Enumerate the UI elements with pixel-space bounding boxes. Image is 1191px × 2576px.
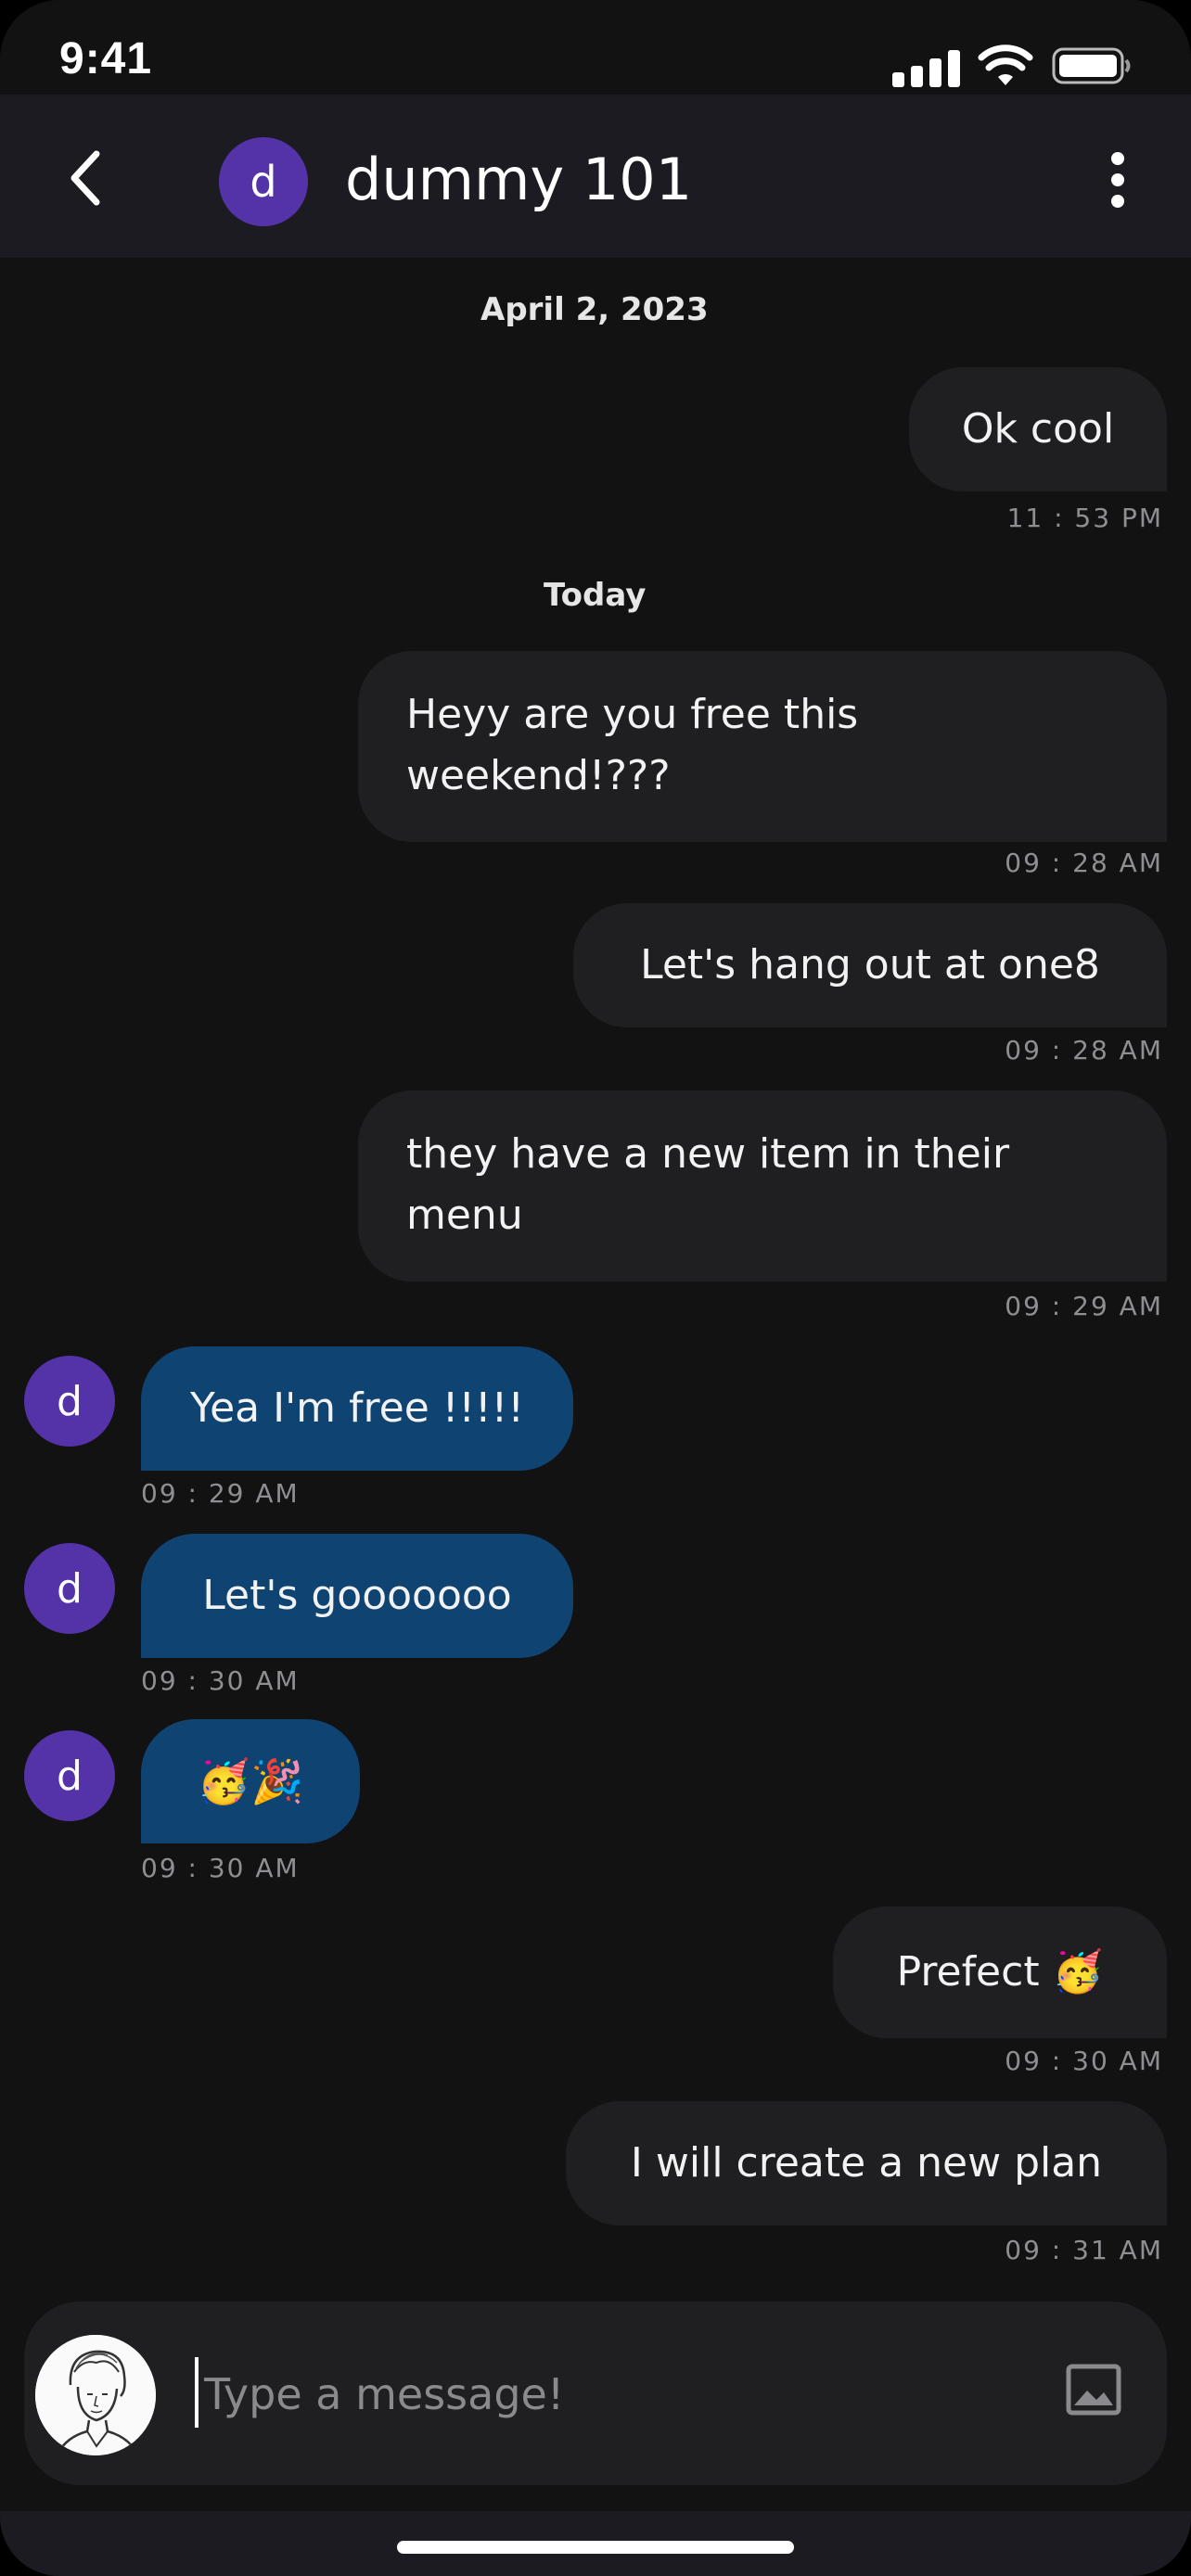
message-bubble-sent[interactable]: Ok cool — [909, 367, 1167, 491]
contact-name[interactable]: dummy 101 — [345, 143, 692, 217]
contact-avatar[interactable]: d — [219, 137, 308, 226]
message-bubble-received[interactable]: Yea I'm free !!!!! — [141, 1346, 573, 1471]
user-avatar-icon[interactable] — [35, 2335, 156, 2455]
battery-icon — [1052, 47, 1131, 84]
contact-avatar[interactable]: d — [24, 1730, 115, 1821]
message-timestamp: 09 : 28 AM — [1005, 848, 1163, 878]
image-icon[interactable] — [1065, 2363, 1122, 2417]
chevron-left-icon[interactable] — [56, 141, 115, 215]
message-bubble-sent[interactable]: Let's hang out at one8 — [573, 903, 1167, 1027]
message-text: I will create a new plan — [630, 2139, 1103, 2187]
message-timestamp: 09 : 30 AM — [1005, 2046, 1163, 2076]
status-time: 9:41 — [59, 34, 153, 83]
message-text: Prefect — [896, 1948, 1040, 1996]
message-text: Heyy are you free this weekend!??? — [406, 691, 859, 799]
message-bubble-received[interactable]: 🥳🎉 — [141, 1719, 360, 1843]
message-bubble-sent[interactable]: they have a new item in their menu — [358, 1090, 1167, 1282]
message-timestamp: 09 : 30 AM — [141, 1853, 300, 1883]
message-composer — [24, 2302, 1167, 2485]
message-timestamp: 09 : 30 AM — [141, 1665, 300, 1696]
message-timestamp: 09 : 29 AM — [141, 1478, 300, 1509]
home-indicator[interactable] — [397, 2541, 794, 2554]
message-list[interactable]: April 2, 2023 Ok cool 11 : 53 PM Today H… — [0, 258, 1191, 2298]
message-bubble-sent[interactable]: Heyy are you free this weekend!??? — [358, 651, 1167, 842]
date-separator: April 2, 2023 — [480, 291, 709, 328]
party-face-emoji: 🥳 — [1052, 1948, 1104, 1996]
party-emoji: 🥳🎉 — [197, 1756, 304, 1806]
signal-icon — [892, 48, 961, 87]
message-text: Yea I'm free !!!!! — [190, 1384, 524, 1432]
contact-avatar[interactable]: d — [24, 1356, 115, 1447]
message-text: Let's hang out at one8 — [640, 941, 1100, 988]
message-timestamp: 11 : 53 PM — [1006, 503, 1163, 533]
wifi-icon — [978, 45, 1033, 85]
message-text: Let's gooooooo — [202, 1572, 512, 1619]
more-vertical-icon[interactable] — [1104, 150, 1132, 210]
message-text: they have a new item in their menu — [406, 1130, 1010, 1239]
message-bubble-received[interactable]: Let's gooooooo — [141, 1534, 573, 1658]
message-text: Ok cool — [961, 405, 1115, 453]
message-timestamp: 09 : 28 AM — [1005, 1035, 1163, 1065]
message-bubble-sent[interactable]: I will create a new plan — [566, 2101, 1167, 2225]
contact-avatar[interactable]: d — [24, 1543, 115, 1634]
status-bar: 9:41 — [0, 0, 1191, 95]
message-input[interactable] — [197, 2357, 1020, 2431]
chat-header: d dummy 101 — [0, 95, 1191, 258]
message-bubble-sent[interactable]: Prefect 🥳 — [833, 1906, 1167, 2038]
date-separator: Today — [544, 577, 647, 614]
message-timestamp: 09 : 29 AM — [1005, 1291, 1163, 1321]
message-timestamp: 09 : 31 AM — [1005, 2235, 1163, 2265]
phone-screen: 9:41 d dummy 101 April 2, 2023 Ok cool 1… — [0, 0, 1191, 2576]
